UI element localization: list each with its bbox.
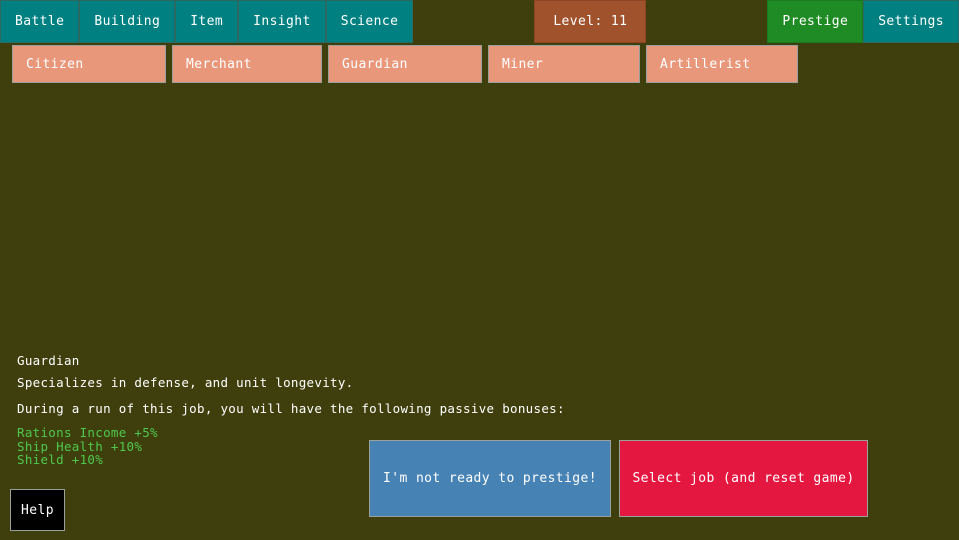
top-navigation-bar: Battle Building Item Insight Science Lev… bbox=[0, 0, 959, 43]
job-bonus-item-rations: Rations Income +5% bbox=[17, 426, 717, 440]
not-ready-to-prestige-label: I'm not ready to prestige! bbox=[383, 471, 597, 486]
job-bonus-intro: During a run of this job, you will have … bbox=[17, 398, 717, 420]
nav-tab-building[interactable]: Building bbox=[79, 0, 175, 43]
nav-tab-science-label: Science bbox=[341, 14, 399, 29]
job-description-title: Guardian bbox=[17, 350, 717, 372]
job-bonus-list: Rations Income +5% Ship Health +10% Shie… bbox=[17, 426, 717, 467]
nav-tab-item-label: Item bbox=[190, 14, 223, 29]
help-button-label: Help bbox=[21, 503, 54, 518]
job-tab-citizen-label: Citizen bbox=[26, 57, 84, 72]
level-badge: Level: 11 bbox=[534, 0, 646, 43]
select-job-and-reset-button[interactable]: Select job (and reset game) bbox=[619, 440, 868, 517]
nav-tab-prestige[interactable]: Prestige bbox=[767, 0, 863, 43]
nav-tab-settings[interactable]: Settings bbox=[863, 0, 959, 43]
job-tab-citizen[interactable]: Citizen bbox=[12, 45, 166, 83]
nav-tab-prestige-label: Prestige bbox=[782, 14, 848, 29]
job-bonus-item-ship-health: Ship Health +10% bbox=[17, 440, 717, 454]
nav-tab-insight-label: Insight bbox=[253, 14, 311, 29]
nav-tab-science[interactable]: Science bbox=[326, 0, 414, 43]
job-tabs-row: Citizen Merchant Guardian Miner Artiller… bbox=[0, 45, 959, 83]
job-bonus-item-shield: Shield +10% bbox=[17, 453, 717, 467]
job-tab-merchant[interactable]: Merchant bbox=[172, 45, 322, 83]
nav-tab-item[interactable]: Item bbox=[175, 0, 238, 43]
job-tab-merchant-label: Merchant bbox=[186, 57, 252, 72]
level-badge-label: Level: 11 bbox=[553, 14, 627, 29]
job-tab-miner[interactable]: Miner bbox=[488, 45, 640, 83]
nav-spacer-left bbox=[413, 0, 534, 43]
job-description-panel: Guardian Specializes in defense, and uni… bbox=[17, 350, 717, 467]
nav-tab-battle-label: Battle bbox=[15, 14, 64, 29]
job-tab-guardian[interactable]: Guardian bbox=[328, 45, 482, 83]
nav-tab-settings-label: Settings bbox=[878, 14, 944, 29]
help-button[interactable]: Help bbox=[10, 489, 65, 531]
select-job-and-reset-label: Select job (and reset game) bbox=[632, 471, 854, 486]
app-root: Battle Building Item Insight Science Lev… bbox=[0, 0, 959, 540]
job-description-summary: Specializes in defense, and unit longevi… bbox=[17, 372, 717, 394]
job-tab-guardian-label: Guardian bbox=[342, 57, 408, 72]
nav-tab-battle[interactable]: Battle bbox=[0, 0, 79, 43]
job-tab-artillerist[interactable]: Artillerist bbox=[646, 45, 798, 83]
nav-tab-building-label: Building bbox=[94, 14, 160, 29]
not-ready-to-prestige-button[interactable]: I'm not ready to prestige! bbox=[369, 440, 611, 517]
job-tab-miner-label: Miner bbox=[502, 57, 543, 72]
job-tab-artillerist-label: Artillerist bbox=[660, 57, 751, 72]
nav-tab-insight[interactable]: Insight bbox=[238, 0, 326, 43]
nav-spacer-right bbox=[646, 0, 767, 43]
